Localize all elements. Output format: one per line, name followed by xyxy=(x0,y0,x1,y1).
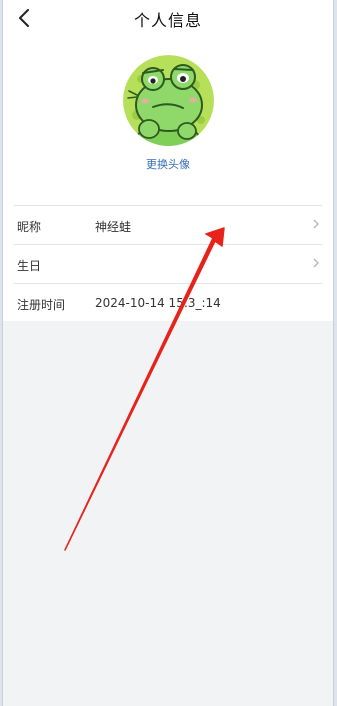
register-time-row: 注册时间 2024-10-14 15:3_:14 xyxy=(14,283,322,322)
change-avatar-link[interactable]: 更换头像 xyxy=(3,156,333,172)
avatar[interactable] xyxy=(123,55,214,146)
profile-card: 个人信息 更换头像 昵称 神经蛙 生日 注册时间 2024-10-14 15:3… xyxy=(3,0,333,321)
right-window-edge xyxy=(333,0,337,706)
nickname-label: 昵称 xyxy=(17,220,42,234)
page-title: 个人信息 xyxy=(133,11,202,30)
register-time-value: 2024-10-14 15:3_:14 xyxy=(95,296,221,310)
birthday-label: 生日 xyxy=(17,259,42,273)
nickname-row[interactable]: 昵称 神经蛙 xyxy=(14,205,322,244)
chevron-right-icon xyxy=(313,219,319,229)
frog-avatar-icon xyxy=(123,55,214,146)
chevron-right-icon xyxy=(313,258,319,268)
nav-bar: 个人信息 xyxy=(3,0,333,36)
birthday-row[interactable]: 生日 xyxy=(14,244,322,283)
nickname-value: 神经蛙 xyxy=(95,220,132,234)
register-time-label: 注册时间 xyxy=(17,298,66,312)
